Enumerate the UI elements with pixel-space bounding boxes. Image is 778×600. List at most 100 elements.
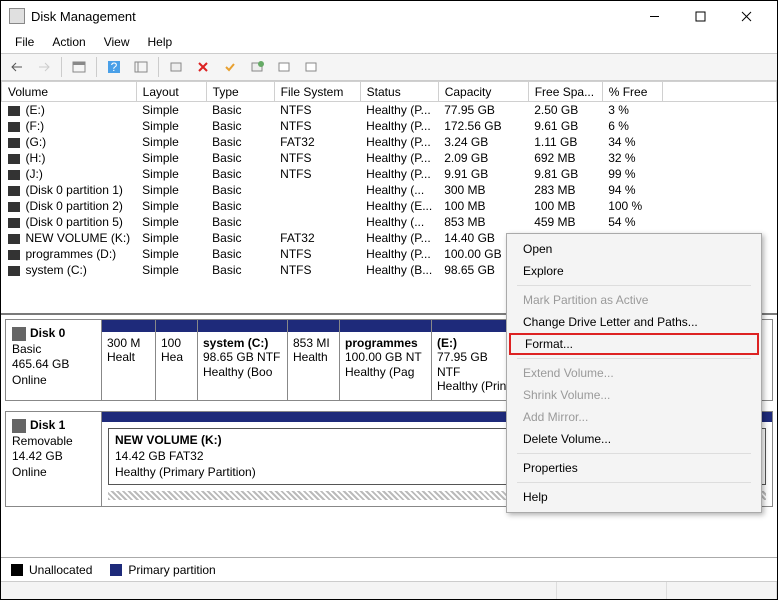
table-cell: Simple [136, 182, 206, 198]
table-row[interactable]: (Disk 0 partition 1)SimpleBasicHealthy (… [2, 182, 777, 198]
context-menu-open[interactable]: Open [509, 238, 759, 260]
partition-status: Healthy (Boo [203, 365, 282, 379]
table-row[interactable]: (F:)SimpleBasicNTFSHealthy (P...172.56 G… [2, 118, 777, 134]
table-cell: 3.24 GB [438, 134, 528, 150]
disk0-partition[interactable]: 100Hea [156, 320, 198, 400]
table-cell: (H:) [2, 150, 137, 166]
table-cell: 100 MB [438, 198, 528, 214]
menu-help[interactable]: Help [140, 33, 181, 51]
menu-action[interactable]: Action [44, 33, 93, 51]
table-cell: Healthy (P... [360, 230, 438, 246]
table-cell: (Disk 0 partition 1) [2, 182, 137, 198]
legend-unallocated: Unallocated [11, 563, 92, 577]
menubar: File Action View Help [1, 31, 777, 53]
table-cell: programmes (D:) [2, 246, 137, 262]
maximize-button[interactable] [677, 1, 723, 31]
table-cell: Basic [206, 262, 274, 278]
table-cell: Simple [136, 102, 206, 119]
table-row[interactable]: (E:)SimpleBasicNTFSHealthy (P...77.95 GB… [2, 102, 777, 119]
col-status[interactable]: Status [360, 82, 438, 102]
refresh-button[interactable] [272, 56, 296, 78]
table-cell: 1.11 GB [528, 134, 602, 150]
col-layout[interactable]: Layout [136, 82, 206, 102]
col-volume[interactable]: Volume [2, 82, 137, 102]
table-cell: 459 MB [528, 214, 602, 230]
properties-button[interactable] [164, 56, 188, 78]
table-cell: 172.56 GB [438, 118, 528, 134]
disk0-partition[interactable]: (E:)77.95 GB NTFHealthy (Prin [432, 320, 516, 400]
context-menu-add-mirror: Add Mirror... [509, 406, 759, 428]
col-free[interactable]: Free Spa... [528, 82, 602, 102]
table-cell: NTFS [274, 150, 360, 166]
context-menu-help[interactable]: Help [509, 486, 759, 508]
partition-body: 100Hea [156, 332, 197, 400]
menu-file[interactable]: File [7, 33, 42, 51]
disk1-info[interactable]: Disk 1 Removable 14.42 GB Online [6, 412, 102, 506]
table-row[interactable]: (G:)SimpleBasicFAT32Healthy (P...3.24 GB… [2, 134, 777, 150]
table-cell [274, 198, 360, 214]
disk-icon [12, 419, 26, 433]
disk0-partition[interactable]: system (C:)98.65 GB NTFHealthy (Boo [198, 320, 288, 400]
col-pctfree[interactable]: % Free [602, 82, 662, 102]
table-cell: Simple [136, 150, 206, 166]
new-button[interactable] [245, 56, 269, 78]
table-cell: Simple [136, 134, 206, 150]
table-cell: FAT32 [274, 230, 360, 246]
more-button[interactable] [299, 56, 323, 78]
table-row[interactable]: (Disk 0 partition 2)SimpleBasicHealthy (… [2, 198, 777, 214]
context-menu-separator [517, 358, 751, 359]
close-button[interactable] [723, 1, 769, 31]
context-menu-change-drive-letter-and-paths[interactable]: Change Drive Letter and Paths... [509, 311, 759, 333]
table-cell: NTFS [274, 166, 360, 182]
partition-status: Healthy (Pag [345, 365, 426, 379]
table-cell: Healthy (P... [360, 102, 438, 119]
col-filesystem[interactable]: File System [274, 82, 360, 102]
settings-button[interactable] [129, 56, 153, 78]
table-cell: Simple [136, 262, 206, 278]
toolbar: ? [1, 53, 777, 81]
view-button[interactable] [67, 56, 91, 78]
titlebar: Disk Management [1, 1, 777, 31]
disk0-info[interactable]: Disk 0 Basic 465.64 GB Online [6, 320, 102, 400]
table-cell: 853 MB [438, 214, 528, 230]
disk1-status: Online [12, 465, 95, 481]
context-menu-separator [517, 285, 751, 286]
table-row[interactable]: (Disk 0 partition 5)SimpleBasicHealthy (… [2, 214, 777, 230]
disk0-partition[interactable]: 300 MHealt [102, 320, 156, 400]
check-button[interactable] [218, 56, 242, 78]
table-row[interactable]: (J:)SimpleBasicNTFSHealthy (P...9.91 GB9… [2, 166, 777, 182]
forward-button[interactable] [32, 56, 56, 78]
table-cell: NTFS [274, 102, 360, 119]
table-cell: 9.61 GB [528, 118, 602, 134]
statusbar [1, 581, 777, 599]
table-cell: Healthy (... [360, 214, 438, 230]
delete-button[interactable] [191, 56, 215, 78]
statusbar-cell [557, 582, 667, 599]
help-button[interactable]: ? [102, 56, 126, 78]
menu-view[interactable]: View [96, 33, 138, 51]
partition-size: 300 M [107, 336, 150, 350]
partition-body: (E:)77.95 GB NTFHealthy (Prin [432, 332, 515, 400]
table-cell: FAT32 [274, 134, 360, 150]
partition-status: Healt [107, 350, 150, 364]
table-cell: Healthy (... [360, 182, 438, 198]
context-menu-delete-volume[interactable]: Delete Volume... [509, 428, 759, 450]
disk0-partition[interactable]: 853 MIHealth [288, 320, 340, 400]
col-type[interactable]: Type [206, 82, 274, 102]
table-cell: (G:) [2, 134, 137, 150]
context-menu-format[interactable]: Format... [509, 333, 759, 355]
disk-icon [12, 327, 26, 341]
table-cell: 2.09 GB [438, 150, 528, 166]
context-menu-explore[interactable]: Explore [509, 260, 759, 282]
context-menu-properties[interactable]: Properties [509, 457, 759, 479]
table-cell: Simple [136, 198, 206, 214]
partition-body: 853 MIHealth [288, 332, 339, 400]
legend-primary: Primary partition [110, 563, 215, 577]
col-capacity[interactable]: Capacity [438, 82, 528, 102]
minimize-button[interactable] [631, 1, 677, 31]
table-cell: Healthy (P... [360, 150, 438, 166]
table-row[interactable]: (H:)SimpleBasicNTFSHealthy (P...2.09 GB6… [2, 150, 777, 166]
back-button[interactable] [5, 56, 29, 78]
disk0-partition[interactable]: programmes100.00 GB NTHealthy (Pag [340, 320, 432, 400]
table-cell: Basic [206, 230, 274, 246]
